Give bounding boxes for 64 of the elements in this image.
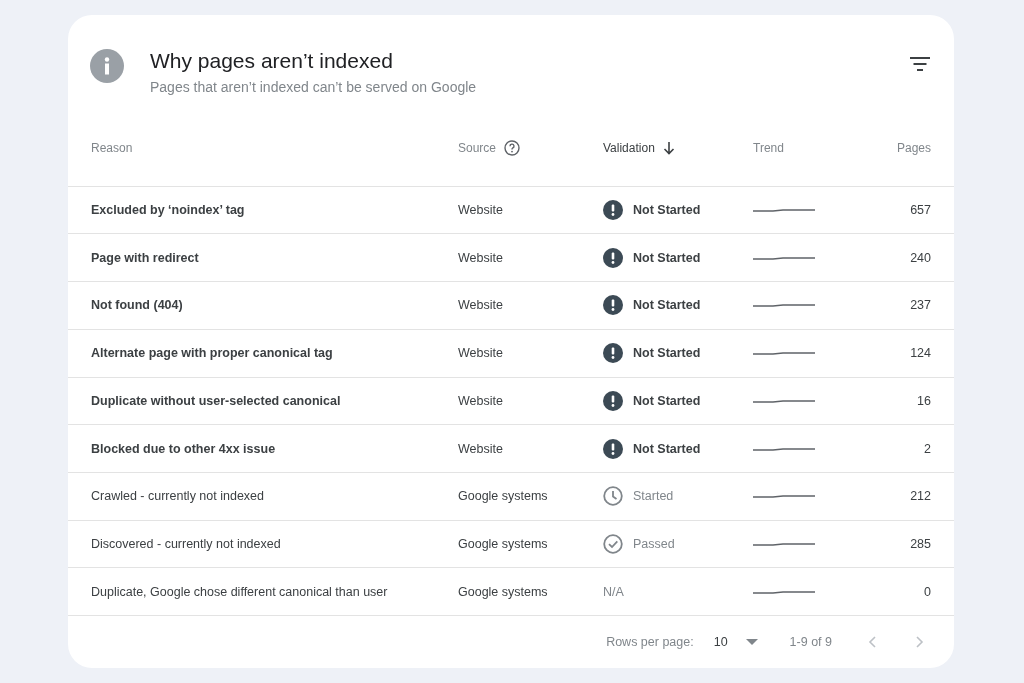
exclamation-icon (603, 343, 623, 364)
validation-status: Not Started (633, 250, 701, 265)
reason-cell-text: Alternate page with proper canonical tag (91, 346, 334, 361)
pages-cell-text: 124 (909, 346, 931, 361)
filter-button[interactable] (910, 57, 930, 71)
dropdown-arrow-icon[interactable] (745, 639, 758, 646)
validation-status: Not Started (633, 393, 701, 408)
source-cell-text: Website (458, 441, 504, 456)
validation-status: Passed (633, 537, 675, 551)
source-cell-text: Google systems (458, 537, 549, 551)
trend-sparkline (753, 301, 815, 310)
down-arrow-icon[interactable] (662, 141, 675, 155)
source-cell-text: Website (458, 393, 504, 408)
reason-cell-text: Not found (404) (91, 298, 184, 313)
page-range: 1-9 of 9 (789, 635, 832, 650)
exclamation-icon (603, 247, 623, 268)
column-header: Trend (753, 141, 784, 156)
reason-cell-text: Discovered - currently not indexed (91, 537, 282, 551)
trend-sparkline (753, 206, 815, 215)
card-subtitle: Pages that aren’t indexed can’t be served on Google (150, 79, 478, 95)
pages-cell-text: 657 (909, 203, 931, 218)
pages-cell-text: 240 (909, 250, 931, 265)
exclamation-icon (603, 295, 623, 316)
source-cell-text: Website (458, 203, 504, 218)
exclamation-icon (603, 200, 623, 221)
help-icon[interactable] (504, 140, 521, 157)
card-title: Why pages aren’t indexed (150, 49, 394, 73)
validation-status: N/A (603, 584, 624, 599)
reason-cell-text: Duplicate without user-selected canonical (91, 393, 342, 408)
validation-status: Not Started (633, 441, 701, 456)
reason-cell-text: Blocked due to other 4xx issue (91, 441, 277, 456)
source-cell-text: Website (458, 298, 504, 313)
validation-status: Not Started (633, 298, 701, 313)
exclamation-icon (603, 438, 623, 459)
trend-sparkline (753, 492, 815, 501)
info-icon (90, 49, 124, 83)
trend-sparkline (753, 540, 815, 548)
reason-cell-text: Page with redirect (91, 250, 200, 265)
source-cell-text: Google systems (458, 584, 549, 599)
clock-icon (603, 486, 623, 507)
pages-cell-text: 0 (923, 584, 931, 599)
pages-cell-text: 16 (916, 393, 931, 408)
validation-status: Not Started (633, 203, 701, 218)
reason-cell-text: Crawled - currently not indexed (91, 489, 265, 504)
validation-status: Not Started (633, 346, 701, 361)
rows-per-page-label: Rows per page: (606, 635, 694, 650)
reason-cell-text: Duplicate, Google chose different canonical than user (91, 584, 389, 599)
pages-cell-text: 237 (909, 298, 931, 313)
check-circle-icon (603, 534, 623, 554)
source-cell-text: Website (458, 250, 504, 265)
trend-sparkline (753, 349, 815, 358)
rows-per-page-select[interactable]: 10 (713, 635, 758, 650)
column-header: Source (458, 141, 497, 156)
pages-cell-text: 2 (923, 441, 931, 456)
column-header: Pages (896, 141, 931, 156)
validation-status: Started (633, 489, 674, 504)
source-cell-text: Website (458, 346, 504, 361)
column-header: Reason (91, 141, 133, 156)
exclamation-icon (603, 390, 623, 411)
source-cell-text: Google systems (458, 489, 549, 504)
reason-cell-text: Excluded by ‘noindex’ tag (91, 203, 246, 218)
pages-cell-text: 285 (909, 537, 931, 551)
pages-cell-text: 212 (909, 489, 931, 504)
column-header[interactable]: Validation (603, 141, 655, 156)
